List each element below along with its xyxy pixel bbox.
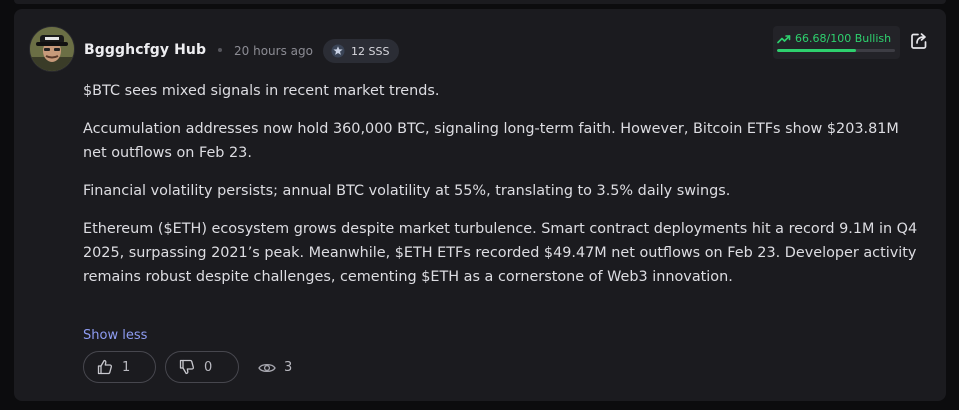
- sentiment-indicator: 66.68/100 Bullish: [773, 26, 900, 59]
- star-badge-icon: [331, 44, 345, 58]
- separator-dot: [218, 48, 222, 52]
- eye-icon: [258, 363, 276, 372]
- avatar-image: [30, 27, 74, 71]
- avatar[interactable]: [30, 27, 74, 71]
- view-count: 3: [258, 360, 292, 375]
- post-paragraph: $BTC sees mixed signals in recent market…: [83, 83, 440, 99]
- author-name[interactable]: Bggghcfgy Hub: [84, 42, 206, 58]
- dislike-button[interactable]: 0: [165, 351, 239, 383]
- sss-badge[interactable]: 12 SSS: [323, 39, 400, 63]
- show-less-link[interactable]: Show less: [83, 328, 147, 343]
- post-paragraph: Accumulation addresses now hold 360,000 …: [83, 121, 899, 161]
- share-button[interactable]: [908, 30, 930, 52]
- trending-up-icon: [777, 34, 791, 43]
- sentiment-label: 66.68/100 Bullish: [795, 32, 892, 45]
- badge-label: 12 SSS: [351, 44, 390, 58]
- sentiment-bar-fill: [777, 49, 856, 52]
- thumbs-down-icon: [179, 359, 195, 375]
- post-paragraph: Financial volatility persists; annual BT…: [83, 183, 731, 199]
- post-body: $BTC sees mixed signals in recent market…: [83, 79, 923, 289]
- previous-card-edge: [14, 0, 946, 4]
- like-count: 1: [122, 359, 131, 375]
- post-paragraph: Ethereum ($ETH) ecosystem grows despite …: [83, 221, 918, 285]
- sentiment-bar-track: [777, 49, 895, 52]
- post-timestamp: 20 hours ago: [234, 44, 313, 58]
- post-card: Bggghcfgy Hub 20 hours ago 12 SSS 66.68/…: [14, 9, 946, 401]
- share-icon: [911, 33, 927, 49]
- thumbs-up-icon: [97, 359, 113, 375]
- views-count: 3: [284, 360, 293, 375]
- like-button[interactable]: 1: [83, 351, 156, 383]
- dislike-count: 0: [204, 359, 213, 375]
